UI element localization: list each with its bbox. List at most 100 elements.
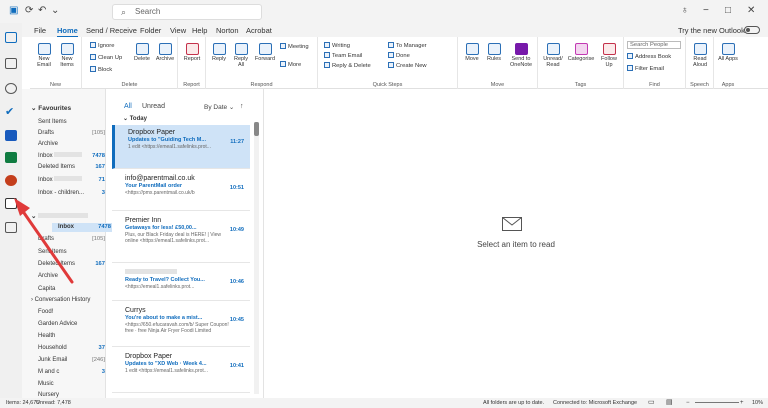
reading-view-icon[interactable]: ▤ [666,398,673,408]
message-sender: Dropbox Paper [128,129,176,136]
new-items-button[interactable]: New Items [56,43,78,68]
filter-all-tab[interactable]: All [124,103,132,110]
sync-icon[interactable]: ⟳ [25,5,33,17]
try-new-outlook-label: Try the new Outlook [678,26,745,35]
folder-deleted-items[interactable]: Deleted Items 167 [38,163,116,172]
filter-icon [627,65,633,71]
follow-up-button[interactable]: Follow Up [597,43,621,68]
folder-drafts[interactable]: Drafts [105] [38,129,116,138]
message-item[interactable]: Ready to Travel? Collect You... <https:/… [112,265,250,301]
todo-icon[interactable]: ✔ [5,107,17,118]
folder-conversation-history[interactable]: › Conversation History [31,296,109,305]
quick-step-team-email[interactable]: Team Email [324,52,362,59]
folder-household[interactable]: Household 37 [38,344,116,353]
folder-garden-advice[interactable]: Garden Advice [38,320,116,329]
folder-archive[interactable]: Archive [38,140,116,149]
search-input[interactable]: ⌕ Search [112,4,262,20]
zoom-out-icon[interactable]: − [686,398,690,408]
message-list-scrollbar[interactable] [254,122,259,394]
all-apps-button[interactable]: All Apps [717,43,739,62]
ignore-button[interactable]: Ignore [90,42,114,49]
try-new-outlook-toggle[interactable] [744,26,760,34]
quick-step-reply-delete[interactable]: Reply & Delete [324,62,371,69]
ribbon-group-tags: Unread/ Read Categorise Follow Up Tags [538,37,624,89]
report-button[interactable]: Report [181,43,203,62]
group-label-quick-steps: Quick Steps [372,82,403,88]
filter-email-button[interactable]: Filter Email [627,65,664,72]
quick-step-create-new[interactable]: Create New [388,62,427,69]
folder-junk-email[interactable]: Junk Email [246] [38,356,116,365]
tab-acrobat[interactable]: Acrobat [246,26,272,35]
categorise-button[interactable]: Categorise [567,43,595,62]
tab-send-receive[interactable]: Send / Receive [86,26,137,35]
folder-sent-items[interactable]: Sent Items [38,118,116,127]
calendar-icon[interactable] [5,58,17,69]
tab-norton[interactable]: Norton [216,26,239,35]
mail-icon[interactable] [5,32,17,43]
undo-icon[interactable]: ↶ [38,5,46,17]
move-button[interactable]: Move [462,43,482,62]
sort-by-date-dropdown[interactable]: By Date ⌄ [204,103,234,111]
tab-view[interactable]: View [170,26,186,35]
minimize-icon[interactable]: − [703,5,709,17]
tab-folder[interactable]: Folder [140,26,161,35]
clean-up-button[interactable]: Clean Up [90,54,122,61]
reply-all-button[interactable]: Reply All [232,43,250,68]
zoom-slider[interactable] [695,402,739,403]
maximize-icon[interactable]: □ [725,5,731,17]
dropdown-icon[interactable]: ⌄ [51,5,59,17]
menu-tabs: File Home Send / Receive Folder View Hel… [0,23,768,38]
address-book-button[interactable]: Address Book [627,53,671,60]
search-icon: ⌕ [121,7,127,17]
folder-inbox[interactable]: Inbox 7478 [38,152,116,161]
sort-direction-icon[interactable]: ↑ [240,103,244,110]
unread-read-button[interactable]: Unread/ Read [541,43,565,68]
normal-view-icon[interactable]: ▭ [648,398,655,408]
folder-health[interactable]: Health [38,332,116,341]
message-item[interactable]: Dropbox Paper Updates to "XD Web · Week … [112,349,250,393]
reply-button[interactable]: Reply [210,43,228,62]
favourites-header[interactable]: ⌄ Favourites [31,104,71,112]
rules-button[interactable]: Rules [484,43,504,62]
meeting-icon [280,43,286,49]
search-placeholder: Search [135,7,161,16]
lightbulb-icon[interactable]: ♁ [681,5,689,17]
folder-music[interactable]: Music [38,380,116,389]
message-item[interactable]: Currys You're about to make a mist... <h… [112,303,250,347]
message-item[interactable]: info@parentmail.co.uk Your ParentMail or… [112,171,250,211]
forward-button[interactable]: Forward [254,43,276,62]
close-icon[interactable]: ✕ [747,5,755,17]
new-email-button[interactable]: New Email [34,43,54,68]
quick-step-to-manager[interactable]: To Manager [388,42,427,49]
people-icon[interactable] [5,83,17,94]
group-label-tags: Tags [574,82,587,88]
folder-m-and-c[interactable]: M and c3 [38,368,116,377]
word-icon[interactable] [5,130,17,141]
meeting-button[interactable]: Meeting [280,43,309,50]
search-people-input[interactable]: Search People [627,41,681,49]
scrollbar-thumb[interactable] [254,122,259,136]
delete-button[interactable]: Delete [132,43,152,62]
send-to-onenote-button[interactable]: Send to OneNote [506,43,536,68]
quick-step-done[interactable]: Done [388,52,410,59]
folder-count: [246] [92,357,105,363]
block-button[interactable]: Block [90,66,112,73]
tab-help[interactable]: Help [192,26,207,35]
archive-icon [158,43,172,55]
ribbon-group-quick-steps: Writing Team Email Reply & Delete To Man… [318,37,458,89]
read-aloud-button[interactable]: Read Aloud [689,43,711,68]
block-icon [90,66,96,72]
folder-count: 7478 [92,153,105,159]
archive-button[interactable]: Archive [154,43,176,62]
tab-file[interactable]: File [34,26,46,35]
folder-food[interactable]: Food! [38,308,116,317]
message-item[interactable]: Premier Inn Getaways for less! £50,00...… [112,213,250,263]
reply-delete-icon [324,62,330,68]
filter-unread-tab[interactable]: Unread [142,103,165,110]
quick-step-writing[interactable]: Writing [324,42,350,49]
more-button[interactable]: More [280,61,301,68]
excel-icon[interactable] [5,152,17,163]
team-email-icon [324,52,330,58]
message-item[interactable]: Dropbox Paper Updates to "Guiding Tech M… [112,125,250,169]
zoom-in-icon[interactable]: + [740,398,744,408]
